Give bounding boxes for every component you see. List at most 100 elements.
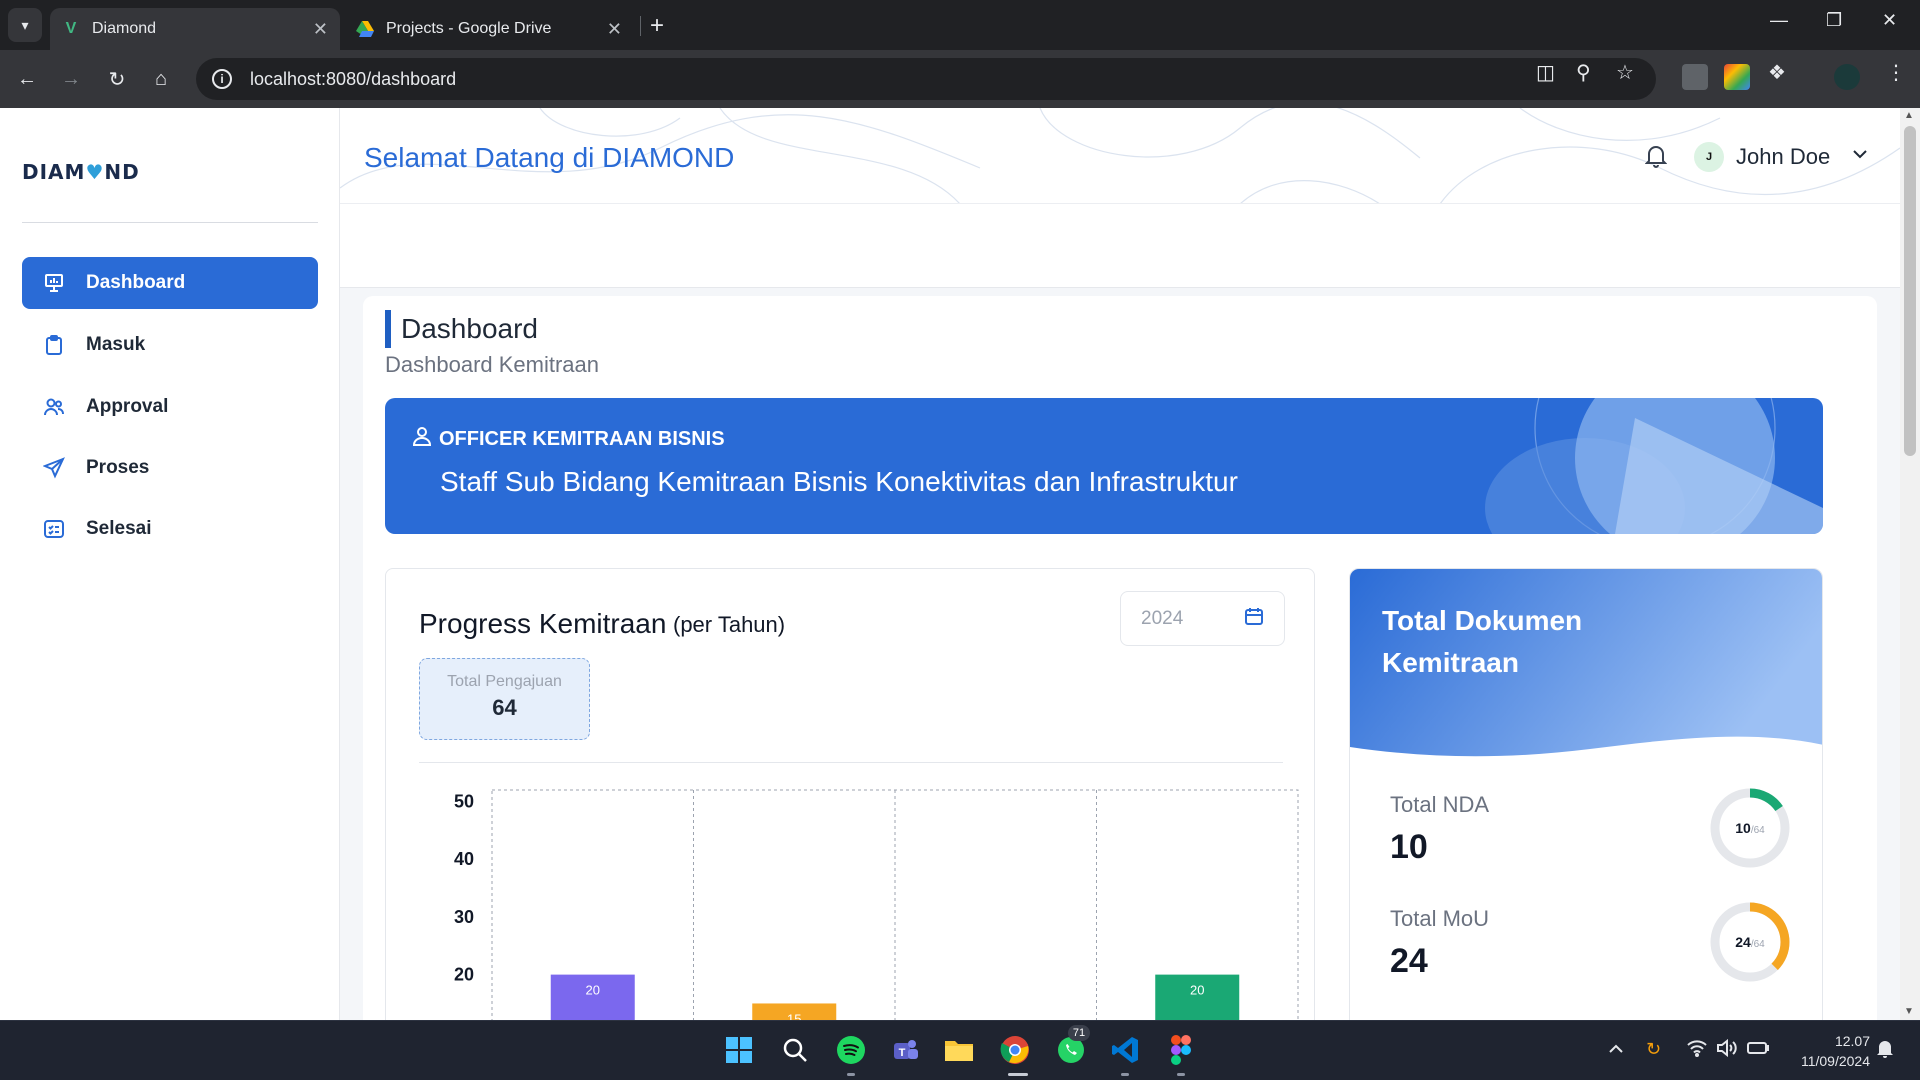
- sidebar-item-label: Dashboard: [86, 272, 186, 293]
- user-avatar[interactable]: J: [1694, 142, 1724, 172]
- notification-badge: 71: [1068, 1025, 1090, 1041]
- home-icon[interactable]: ⌂: [146, 64, 176, 94]
- bookmark-star-icon[interactable]: ☆: [1616, 60, 1634, 85]
- system-clock[interactable]: 12.07 11/09/2024: [1786, 1031, 1870, 1071]
- heart-logo-icon: ♥: [85, 160, 105, 184]
- year-picker[interactable]: 2024: [1120, 591, 1285, 646]
- close-window-icon[interactable]: ✕: [1882, 10, 1897, 31]
- close-tab-icon[interactable]: ✕: [607, 19, 622, 40]
- user-name[interactable]: John Doe: [1736, 144, 1830, 170]
- scroll-up-icon[interactable]: ▲: [1904, 110, 1914, 121]
- restore-icon[interactable]: ❐: [1826, 10, 1842, 31]
- calendar-icon[interactable]: [1244, 606, 1264, 632]
- volume-icon[interactable]: [1716, 1038, 1738, 1062]
- nda-value: 10: [1390, 828, 1428, 866]
- vue-favicon-icon: V: [65, 20, 77, 37]
- document-title: Total Dokumen Kemitraan: [1382, 605, 1583, 678]
- chevron-down-icon[interactable]: [1852, 144, 1868, 165]
- new-tab-icon[interactable]: +: [650, 12, 664, 40]
- search-icon[interactable]: [776, 1031, 814, 1069]
- windows-start-icon[interactable]: [720, 1031, 758, 1069]
- mou-value: 24: [1390, 942, 1428, 980]
- sidebar: DIAM♥ND Dashboard Masuk Approval Proses: [0, 108, 340, 1020]
- presentation-icon: [42, 271, 66, 295]
- bell-icon[interactable]: [1644, 144, 1668, 174]
- mou-donut: 24/64: [1710, 902, 1790, 982]
- role-banner: OFFICER KEMITRAAN BISNIS Staff Sub Bidan…: [385, 398, 1823, 534]
- close-tab-icon[interactable]: ✕: [313, 19, 328, 40]
- role-label: OFFICER KEMITRAAN BISNIS: [412, 426, 725, 452]
- translate-icon[interactable]: ◫: [1536, 60, 1555, 85]
- page-scrollbar[interactable]: ▲ ▼: [1900, 108, 1920, 1020]
- sidebar-divider: [22, 222, 318, 223]
- wifi-icon[interactable]: [1686, 1039, 1708, 1062]
- sidebar-item-label: Selesai: [86, 518, 152, 539]
- figma-icon[interactable]: [1162, 1031, 1200, 1069]
- drive-favicon-icon: [356, 20, 374, 38]
- donut-label: 10/64: [1735, 820, 1765, 836]
- page-subtitle: Dashboard Kemitraan: [385, 352, 600, 377]
- users-icon: [42, 395, 66, 419]
- extensions-puzzle-icon[interactable]: ❖: [1768, 60, 1786, 85]
- profile-avatar[interactable]: [1834, 64, 1860, 90]
- sidebar-item-label: Approval: [86, 396, 169, 417]
- bar-value-label: 20: [586, 983, 600, 998]
- donut-label: 24/64: [1735, 934, 1765, 950]
- sidebar-item-selesai[interactable]: Selesai: [22, 503, 318, 555]
- clock-time: 12.07: [1834, 1033, 1870, 1049]
- scrollbar-thumb[interactable]: [1904, 126, 1916, 456]
- minimize-icon[interactable]: —: [1770, 10, 1788, 31]
- bar-value-label: 15: [787, 1011, 801, 1020]
- sidebar-item-dashboard[interactable]: Dashboard: [22, 257, 318, 309]
- zoom-icon[interactable]: ⚲: [1576, 60, 1591, 85]
- mou-label: Total MoU: [1390, 906, 1490, 931]
- back-icon[interactable]: ←: [12, 64, 42, 94]
- site-info-icon[interactable]: i: [212, 69, 232, 89]
- extension-off-icon[interactable]: [1682, 64, 1708, 90]
- bar-value-label: 20: [1190, 983, 1204, 998]
- top-header: Selamat Datang di DIAMOND J John Doe: [340, 108, 1900, 204]
- running-indicator: [1177, 1073, 1185, 1076]
- file-explorer-icon[interactable]: [940, 1031, 978, 1069]
- sidebar-item-proses[interactable]: Proses: [22, 442, 318, 494]
- forward-icon[interactable]: →: [56, 64, 86, 94]
- chrome-menu-icon[interactable]: ⋮: [1886, 60, 1906, 85]
- nda-donut: 10/64: [1710, 788, 1790, 868]
- progress-bar-chart: 1020304050201520: [454, 789, 1299, 1020]
- year-value[interactable]: 2024: [1141, 608, 1244, 630]
- sync-icon[interactable]: ↻: [1646, 1039, 1661, 1060]
- y-tick-label: 20: [454, 965, 474, 985]
- clock-date: 11/09/2024: [1800, 1053, 1870, 1069]
- tab-divider: [640, 16, 641, 36]
- browser-toolbar: ← → ↻ ⌂ i localhost:8080/dashboard ◫ ⚲ ☆…: [0, 50, 1920, 108]
- browser-tabbar: ▾ V Diamond ✕ Projects - Google Drive ✕ …: [0, 0, 1920, 50]
- battery-icon[interactable]: [1746, 1039, 1770, 1062]
- y-tick-label: 30: [454, 907, 474, 927]
- address-bar[interactable]: i localhost:8080/dashboard: [196, 58, 1656, 100]
- running-indicator: [1121, 1073, 1129, 1076]
- tab-diamond[interactable]: V Diamond ✕: [50, 8, 340, 50]
- chrome-icon[interactable]: [996, 1031, 1034, 1069]
- header-subbar: [340, 204, 1900, 288]
- total-label: Total Pengajuan: [447, 673, 562, 690]
- sidebar-item-approval[interactable]: Approval: [22, 381, 318, 433]
- color-extension-icon[interactable]: [1724, 64, 1750, 90]
- spotify-icon[interactable]: [832, 1031, 870, 1069]
- scroll-down-icon[interactable]: ▼: [1904, 1006, 1914, 1017]
- vscode-icon[interactable]: [1106, 1031, 1144, 1069]
- progress-subtitle: (per Tahun): [673, 612, 786, 637]
- tab-title: Projects - Google Drive: [386, 20, 552, 37]
- checklist-icon: [42, 517, 66, 541]
- notification-bell-icon[interactable]: [1876, 1039, 1894, 1064]
- svg-text:T: T: [899, 1047, 906, 1059]
- tray-chevron-up-icon[interactable]: [1608, 1039, 1624, 1060]
- reload-icon[interactable]: ↻: [102, 64, 132, 94]
- y-tick-label: 50: [454, 792, 474, 812]
- tab-google-drive[interactable]: Projects - Google Drive ✕: [344, 8, 634, 50]
- url-text[interactable]: localhost:8080/dashboard: [250, 69, 456, 90]
- total-pengajuan-badge: Total Pengajuan 64: [419, 658, 590, 740]
- windows-taskbar: T 71 ↻ 12.07 11/09/2024: [0, 1020, 1920, 1080]
- teams-icon[interactable]: T: [886, 1031, 924, 1069]
- sidebar-item-masuk[interactable]: Masuk: [22, 319, 318, 371]
- tab-search-button[interactable]: ▾: [8, 8, 42, 42]
